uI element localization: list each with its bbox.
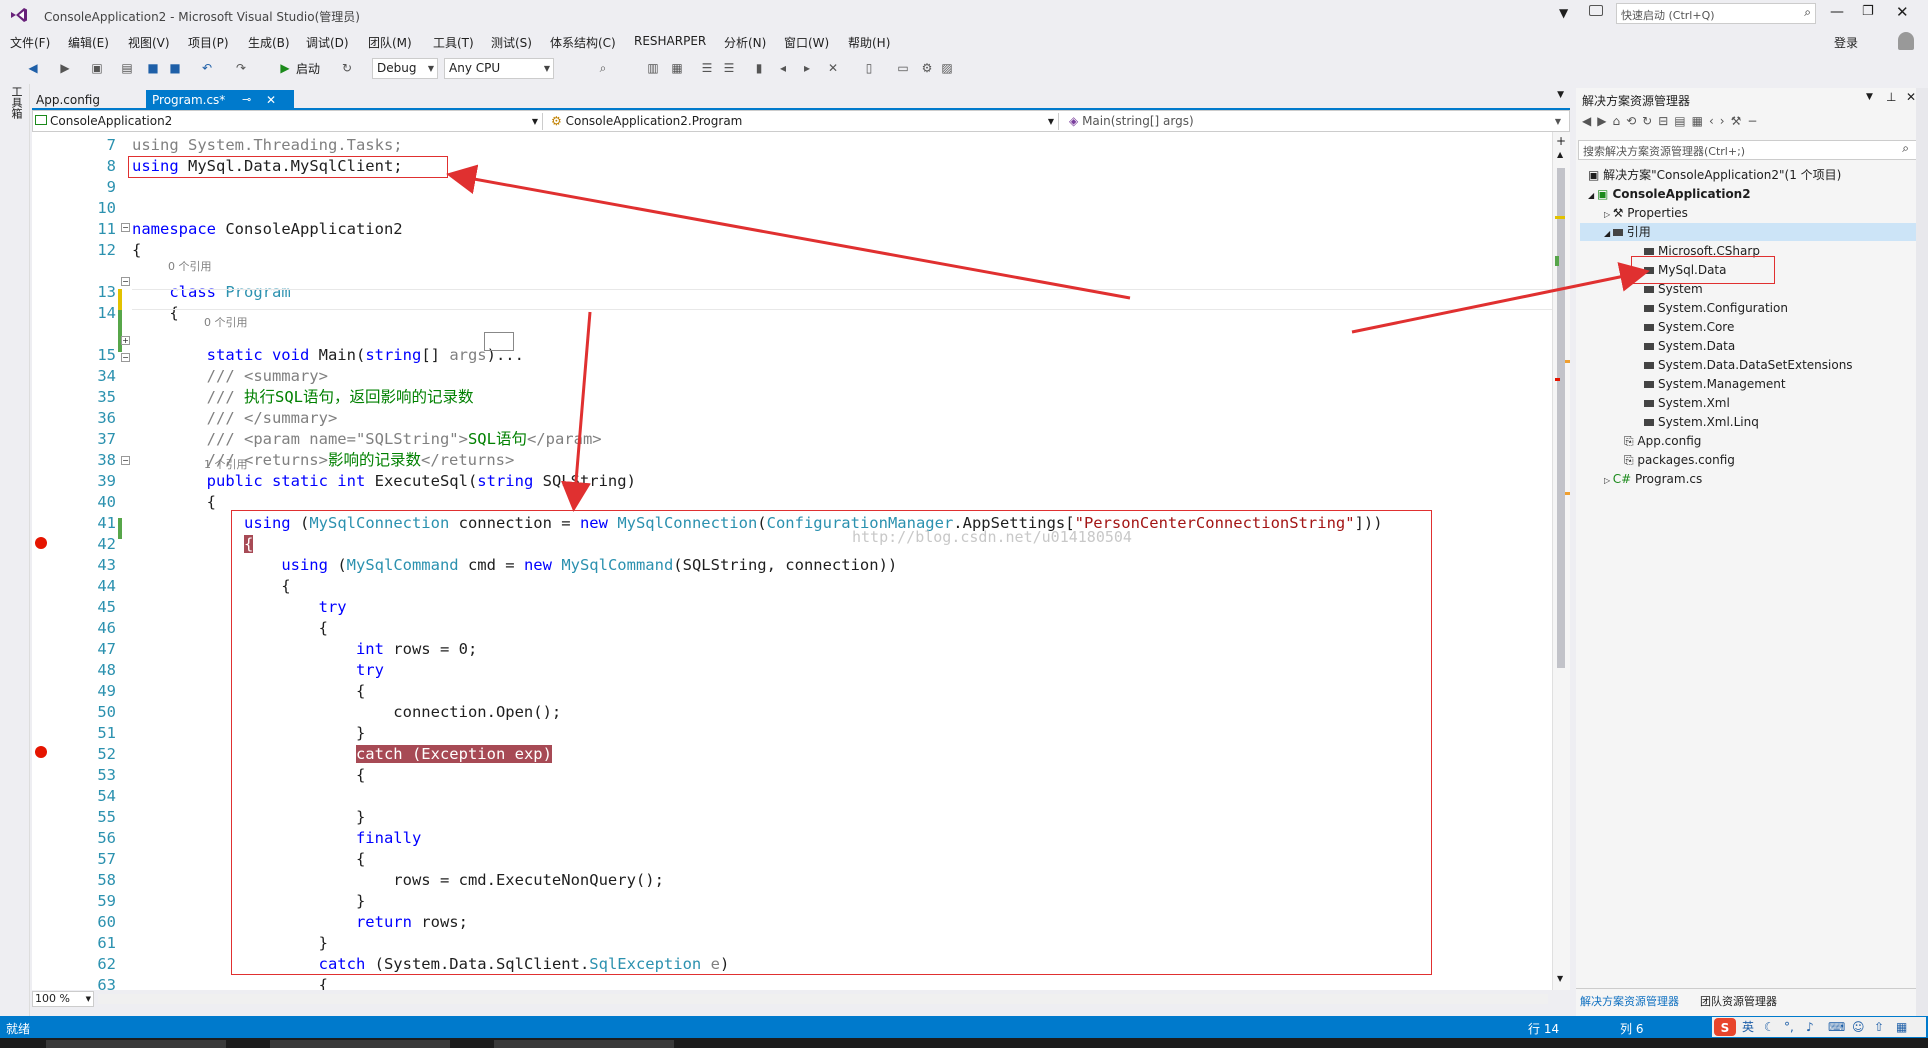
arrow-to-mysql-ref — [1351, 262, 1650, 334]
arrow-to-code-block — [561, 311, 592, 512]
annotation-arrows — [446, 164, 1650, 512]
arrow-to-using — [446, 164, 1131, 300]
